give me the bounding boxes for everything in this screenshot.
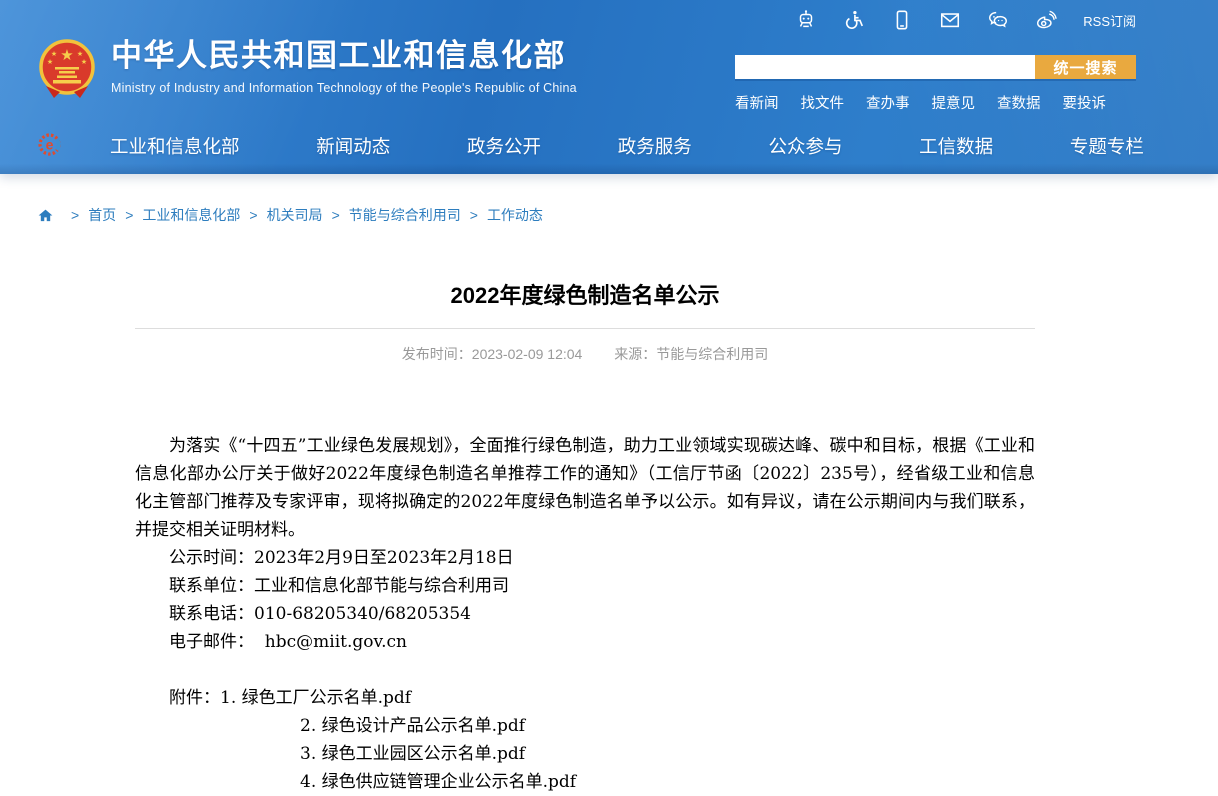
- wechat-icon[interactable]: [987, 9, 1009, 31]
- search-button[interactable]: 统一搜索: [1035, 55, 1136, 79]
- breadcrumb-item: > 机关司局: [240, 205, 322, 225]
- attachment-row: 4. 绿色供应链管理企业公示名单.pdf: [135, 768, 1035, 796]
- svg-text:★: ★: [81, 58, 87, 66]
- masthead: ★ ★ ★ ★ ★ 中华人民共和国工业和信息化部 Ministry of Ind…: [38, 38, 577, 102]
- home-icon[interactable]: [38, 208, 54, 223]
- breadcrumb: > 首页 > 工业和信息化部 > 机关司局 > 节能与综合利用司 > 工作动态: [38, 205, 1218, 225]
- article-title: 2022年度绿色制造名单公示: [135, 281, 1035, 311]
- svg-text:e: e: [46, 137, 54, 153]
- top-utility-bar: RSS订阅: [795, 9, 1136, 31]
- attachment-row: 2. 绿色设计产品公示名单.pdf: [135, 712, 1035, 740]
- svg-text:★: ★: [47, 58, 53, 66]
- quick-link[interactable]: 要投诉: [1063, 92, 1107, 113]
- breadcrumb-separator: >: [71, 207, 79, 223]
- breadcrumb-link[interactable]: 节能与综合利用司: [349, 205, 461, 225]
- article: 2022年度绿色制造名单公示 发布时间：2023-02-09 12:04 来源：…: [135, 281, 1035, 796]
- weibo-icon[interactable]: [1035, 9, 1057, 31]
- breadcrumb-link[interactable]: 首页: [88, 205, 116, 225]
- assistant-robot-icon[interactable]: [795, 9, 817, 31]
- attachment-link[interactable]: 1. 绿色工厂公示名单.pdf: [220, 688, 411, 708]
- rss-subscribe-link[interactable]: RSS订阅: [1083, 11, 1136, 30]
- quick-link[interactable]: 看新闻: [735, 92, 779, 113]
- breadcrumb-separator: >: [125, 207, 133, 223]
- nav-item[interactable]: 新闻动态: [316, 133, 390, 159]
- quick-link[interactable]: 找文件: [801, 92, 845, 113]
- article-meta: 发布时间：2023-02-09 12:04 来源：节能与综合利用司: [135, 344, 1035, 364]
- attachment-link[interactable]: 3. 绿色工业园区公示名单.pdf: [300, 744, 525, 764]
- breadcrumb-item: > 首页: [62, 205, 116, 225]
- accessibility-icon[interactable]: [843, 9, 865, 31]
- attachments-label: 附件：: [169, 688, 220, 708]
- contact-phone-line: 联系电话：010-68205340/68205354: [135, 600, 1035, 628]
- breadcrumb-separator: >: [470, 207, 478, 223]
- breadcrumb-item: > 工作动态: [461, 205, 543, 225]
- svg-text:★: ★: [51, 50, 57, 58]
- mail-icon[interactable]: [939, 9, 961, 31]
- nav-item[interactable]: 政务服务: [618, 133, 692, 159]
- contact-unit-line: 联系单位：工业和信息化部节能与综合利用司: [135, 572, 1035, 600]
- site-banner: RSS订阅 ★ ★ ★ ★ ★ 中华人民共和国工业和信息化部 Ministry …: [0, 0, 1218, 174]
- attachment-link[interactable]: 4. 绿色供应链管理企业公示名单.pdf: [300, 772, 576, 792]
- attachment-link[interactable]: 2. 绿色设计产品公示名单.pdf: [300, 716, 525, 736]
- breadcrumb-link[interactable]: 机关司局: [267, 205, 323, 225]
- publish-time: 发布时间：2023-02-09 12:04: [402, 346, 583, 362]
- breadcrumb-item: > 工业和信息化部: [116, 205, 240, 225]
- quick-link[interactable]: 查办事: [866, 92, 910, 113]
- search-input[interactable]: [735, 55, 1035, 79]
- lead-paragraph: 为落实《“十四五”工业绿色发展规划》，全面推行绿色制造，助力工业领域实现碳达峰、…: [135, 432, 1035, 544]
- breadcrumb-item: > 节能与综合利用司: [323, 205, 461, 225]
- main-nav: e 工业和信息化部 新闻动态 政务公开 政务服务 公众参与 工信数据 专题专栏: [0, 130, 1218, 162]
- quick-link[interactable]: 提意见: [932, 92, 976, 113]
- article-source: 来源：节能与综合利用司: [614, 346, 768, 362]
- site-subtitle: Ministry of Industry and Information Tec…: [111, 81, 577, 95]
- nav-item[interactable]: 政务公开: [467, 133, 541, 159]
- mobile-icon[interactable]: [891, 9, 913, 31]
- svg-text:★: ★: [60, 47, 73, 64]
- nav-item[interactable]: 专题专栏: [1070, 133, 1144, 159]
- article-body: 为落实《“十四五”工业绿色发展规划》，全面推行绿色制造，助力工业领域实现碳达峰、…: [135, 432, 1035, 796]
- quick-link[interactable]: 查数据: [997, 92, 1041, 113]
- publicity-period-line: 公示时间：2023年2月9日至2023年2月18日: [135, 544, 1035, 572]
- quick-links: 看新闻 找文件 查办事 提意见 查数据 要投诉: [735, 92, 1136, 113]
- breadcrumb-separator: >: [249, 207, 257, 223]
- nav-item[interactable]: 工信数据: [919, 133, 993, 159]
- svg-text:★: ★: [77, 50, 83, 58]
- nav-item[interactable]: 工业和信息化部: [110, 133, 240, 159]
- breadcrumb-separator: >: [332, 207, 340, 223]
- attachment-row: 附件：1. 绿色工厂公示名单.pdf: [135, 684, 1035, 712]
- search-area: 统一搜索 看新闻 找文件 查办事 提意见 查数据 要投诉: [735, 55, 1136, 113]
- national-emblem-icon: ★ ★ ★ ★ ★: [38, 38, 96, 102]
- site-title: 中华人民共和国工业和信息化部: [111, 38, 577, 74]
- attachments: 附件：1. 绿色工厂公示名单.pdf 2. 绿色设计产品公示名单.pdf 3. …: [135, 684, 1035, 796]
- breadcrumb-link[interactable]: 工作动态: [487, 205, 543, 225]
- nav-items: 工业和信息化部 新闻动态 政务公开 政务服务 公众参与 工信数据 专题专栏: [110, 130, 1144, 162]
- miit-e-logo-icon: e: [36, 131, 63, 158]
- nav-item[interactable]: 公众参与: [768, 133, 842, 159]
- breadcrumb-link[interactable]: 工业和信息化部: [142, 205, 240, 225]
- attachment-row: 3. 绿色工业园区公示名单.pdf: [135, 740, 1035, 768]
- title-divider: [135, 328, 1035, 329]
- contact-email-line: 电子邮件： hbc@miit.gov.cn: [135, 628, 1035, 656]
